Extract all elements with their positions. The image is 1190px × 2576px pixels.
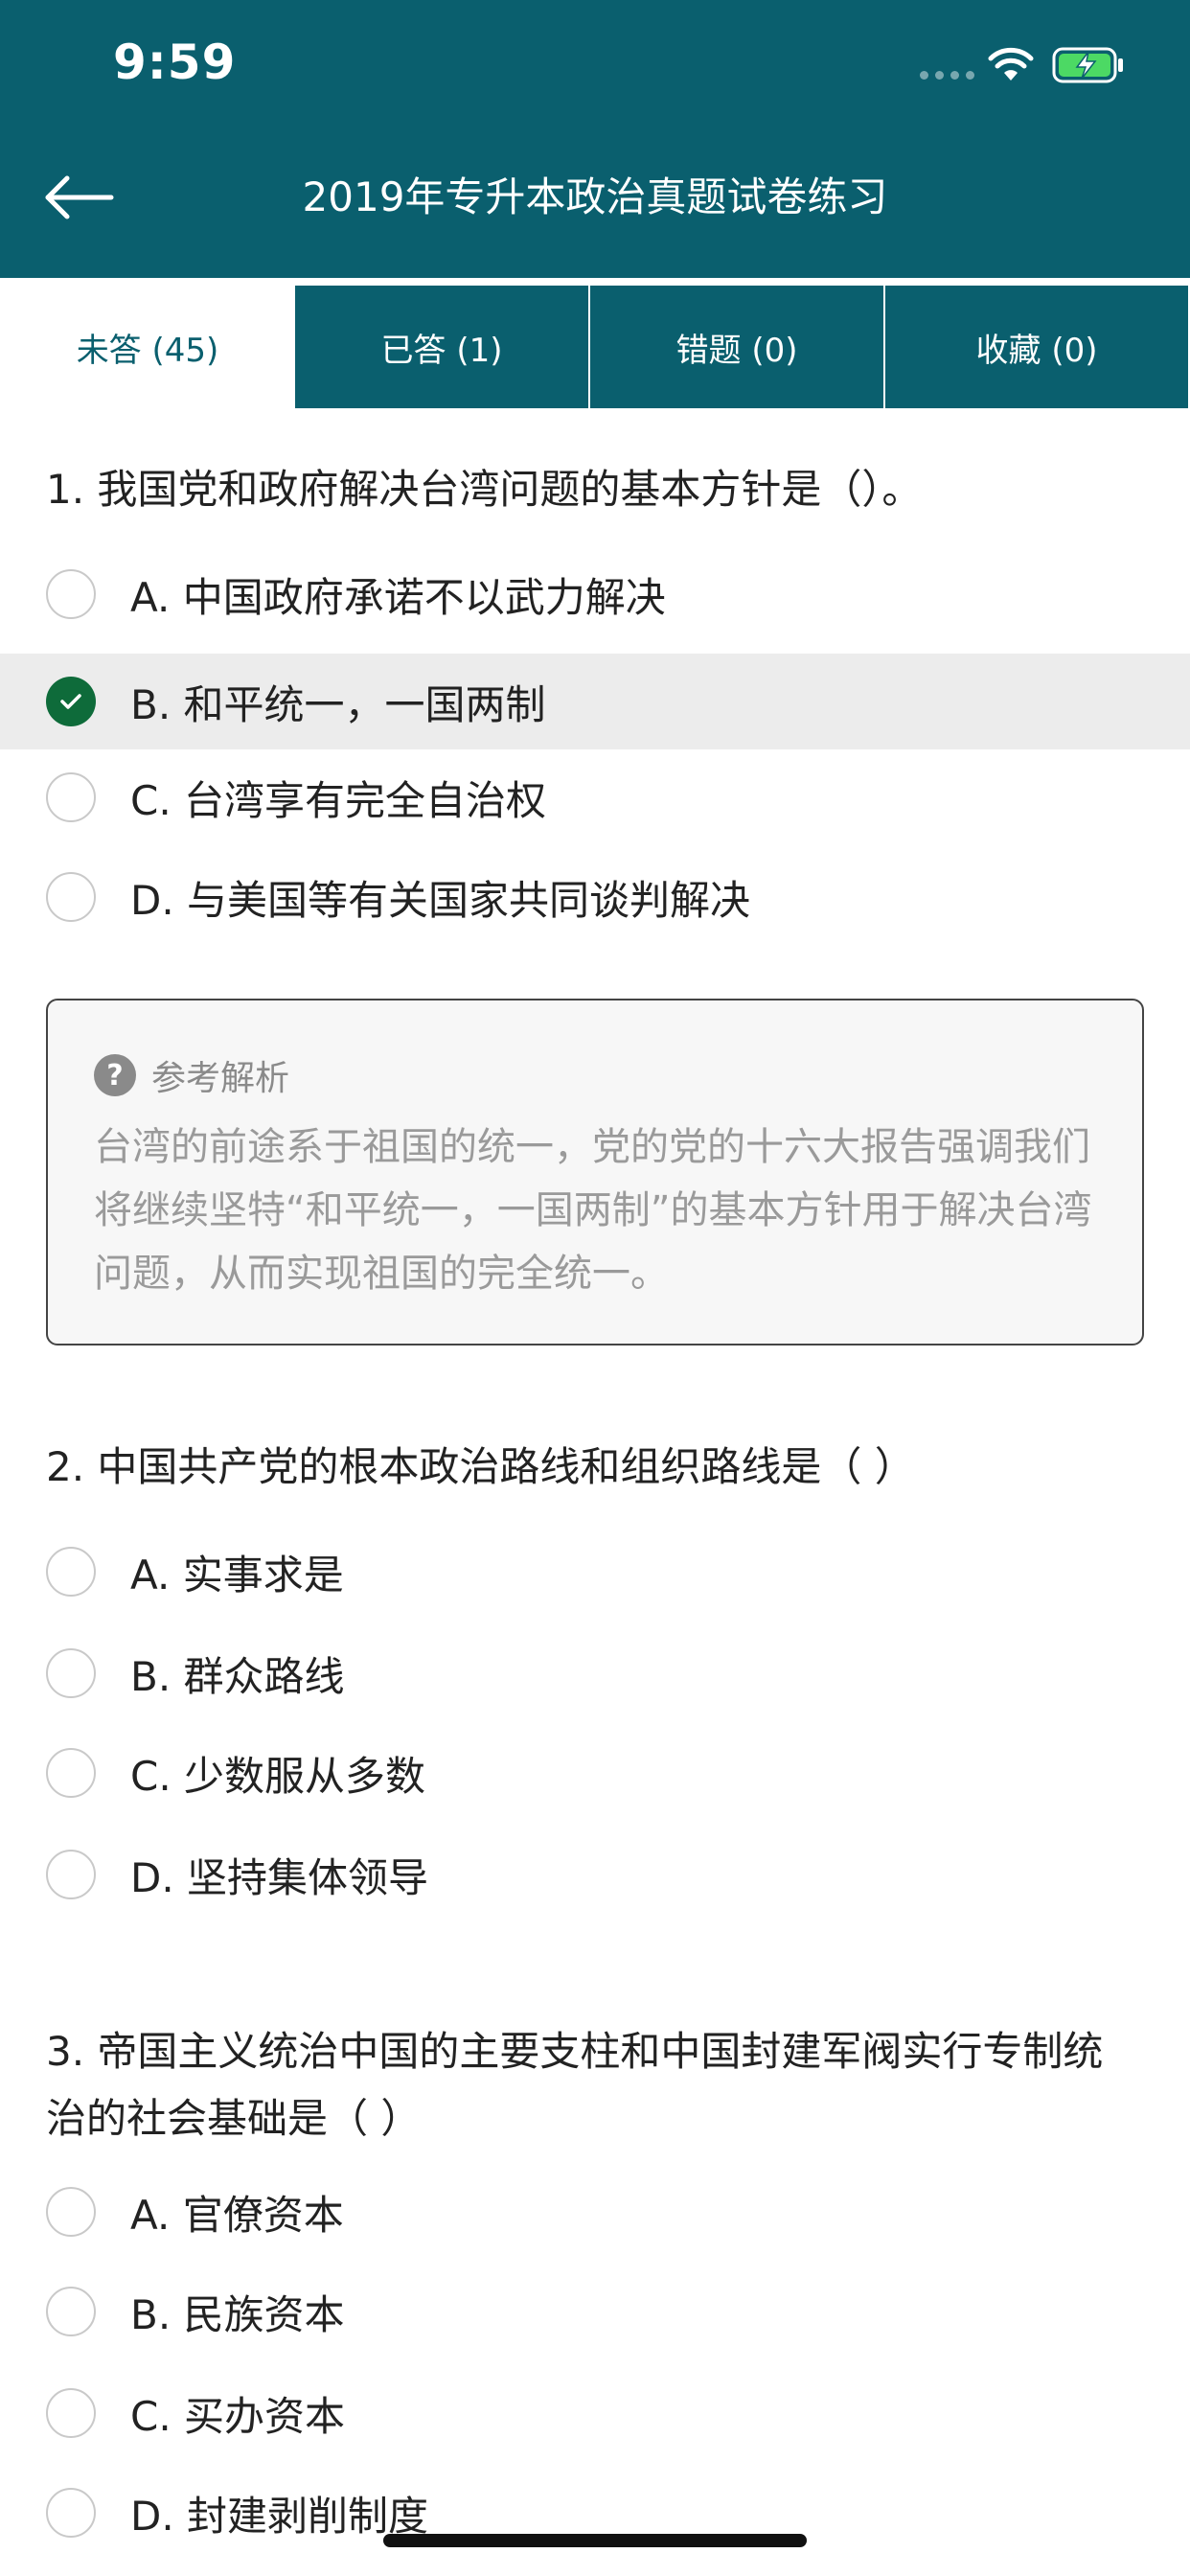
tab-favorites[interactable]: 收藏 (0) bbox=[885, 286, 1188, 408]
cellular-signal-icon bbox=[920, 71, 974, 80]
question-3-option-b[interactable]: B. 民族资本 bbox=[0, 2264, 1190, 2359]
question-1-option-c[interactable]: C. 台湾享有完全自治权 bbox=[0, 749, 1190, 845]
radio-unchecked-icon[interactable] bbox=[46, 569, 96, 619]
question-1-option-d[interactable]: D. 与美国等有关国家共同谈判解决 bbox=[0, 849, 1190, 945]
radio-unchecked-icon[interactable] bbox=[46, 1850, 96, 1899]
analysis-header: ? 参考解析 bbox=[94, 1050, 289, 1100]
option-label: B. 和平统一，一国两制 bbox=[130, 680, 546, 728]
wifi-icon bbox=[988, 47, 1034, 80]
radio-unchecked-icon[interactable] bbox=[46, 2187, 96, 2237]
tab-answered[interactable]: 已答 (1) bbox=[295, 286, 588, 408]
option-label: A. 官僚资本 bbox=[130, 2191, 344, 2239]
analysis-text: 台湾的前途系于祖国的统一，党的党的十六大报告强调我们将继续坚特“和平统一，一国两… bbox=[94, 1125, 1092, 1296]
home-indicator[interactable] bbox=[383, 2534, 807, 2547]
question-2-option-b[interactable]: B. 群众路线 bbox=[0, 1625, 1190, 1721]
option-label: C. 少数服从多数 bbox=[130, 1752, 426, 1800]
analysis-label: 参考解析 bbox=[151, 1059, 290, 1098]
option-label: B. 群众路线 bbox=[130, 1652, 345, 1700]
tab-unanswered[interactable]: 未答 (45) bbox=[0, 286, 295, 408]
page-title: 2019年专升本政治真题试卷练习 bbox=[302, 173, 888, 220]
status-time: 9:59 bbox=[113, 34, 237, 90]
radio-unchecked-icon[interactable] bbox=[46, 2287, 96, 2336]
question-3-option-a[interactable]: A. 官僚资本 bbox=[0, 2164, 1190, 2260]
question-1-option-b[interactable]: B. 和平统一，一国两制 bbox=[0, 654, 1190, 749]
option-label: D. 坚持集体领导 bbox=[130, 1853, 429, 1901]
battery-charging-icon bbox=[1052, 47, 1123, 83]
app-header: 9:59 2019年专升本政治真题试卷练习 bbox=[0, 0, 1190, 278]
option-label: A. 实事求是 bbox=[130, 1551, 344, 1598]
radio-unchecked-icon[interactable] bbox=[46, 1648, 96, 1698]
radio-unchecked-icon[interactable] bbox=[46, 872, 96, 922]
question-3-text: 3. 帝国主义统治中国的主要支柱和中国封建军阀实行专制统治的社会基础是（ ） bbox=[46, 2028, 1104, 2142]
option-label: D. 封建剥削制度 bbox=[130, 2492, 429, 2540]
radio-checked-icon[interactable] bbox=[46, 677, 96, 726]
question-2-option-c[interactable]: C. 少数服从多数 bbox=[0, 1725, 1190, 1821]
question-2-text: 2. 中国共产党的根本政治路线和组织路线是（ ） bbox=[46, 1443, 915, 1490]
radio-unchecked-icon[interactable] bbox=[46, 1748, 96, 1798]
question-3-option-c[interactable]: C. 买办资本 bbox=[0, 2365, 1190, 2461]
radio-unchecked-icon[interactable] bbox=[46, 772, 96, 822]
question-1-option-a[interactable]: A. 中国政府承诺不以武力解决 bbox=[0, 546, 1190, 642]
tab-bar: 未答 (45) 已答 (1) 错题 (0) 收藏 (0) bbox=[0, 286, 1190, 408]
option-label: C. 买办资本 bbox=[130, 2392, 346, 2440]
option-label: B. 民族资本 bbox=[130, 2290, 345, 2338]
option-label: C. 台湾享有完全自治权 bbox=[130, 776, 547, 824]
option-label: A. 中国政府承诺不以武力解决 bbox=[130, 573, 666, 621]
question-mark-icon: ? bbox=[94, 1054, 136, 1096]
tab-wrong[interactable]: 错题 (0) bbox=[590, 286, 883, 408]
analysis-box: ? 参考解析 台湾的前途系于祖国的统一，党的党的十六大报告强调我们将继续坚特“和… bbox=[46, 999, 1144, 1346]
question-2-option-d[interactable]: D. 坚持集体领导 bbox=[0, 1827, 1190, 1922]
radio-unchecked-icon[interactable] bbox=[46, 2488, 96, 2538]
radio-unchecked-icon[interactable] bbox=[46, 2388, 96, 2438]
option-label: D. 与美国等有关国家共同谈判解决 bbox=[130, 876, 751, 924]
question-2-option-a[interactable]: A. 实事求是 bbox=[0, 1524, 1190, 1620]
radio-unchecked-icon[interactable] bbox=[46, 1547, 96, 1597]
question-1-text: 1. 我国党和政府解决台湾问题的基本方针是（）。 bbox=[46, 466, 923, 513]
